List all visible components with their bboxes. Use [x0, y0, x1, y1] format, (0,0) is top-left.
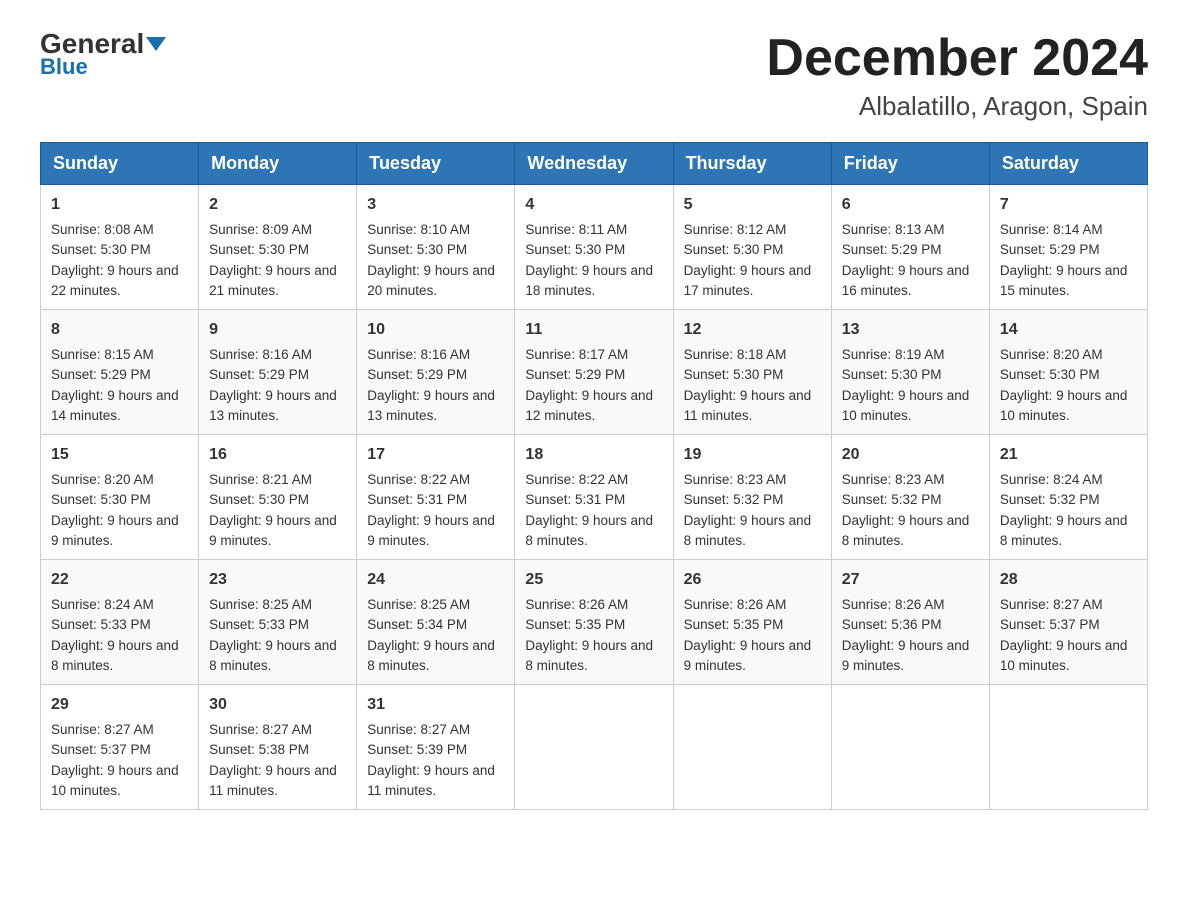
day-number: 19 [684, 443, 821, 467]
day-number: 13 [842, 318, 979, 342]
calendar-cell: 7Sunrise: 8:14 AMSunset: 5:29 PMDaylight… [989, 185, 1147, 310]
calendar-cell: 27Sunrise: 8:26 AMSunset: 5:36 PMDayligh… [831, 560, 989, 685]
calendar-week-row: 8Sunrise: 8:15 AMSunset: 5:29 PMDaylight… [41, 310, 1148, 435]
day-number: 8 [51, 318, 188, 342]
calendar-cell [673, 685, 831, 810]
day-number: 24 [367, 568, 504, 592]
day-number: 5 [684, 193, 821, 217]
calendar-cell: 23Sunrise: 8:25 AMSunset: 5:33 PMDayligh… [199, 560, 357, 685]
page-header: General Blue December 2024 Albalatillo, … [40, 30, 1148, 122]
calendar-cell: 24Sunrise: 8:25 AMSunset: 5:34 PMDayligh… [357, 560, 515, 685]
day-number: 12 [684, 318, 821, 342]
day-number: 17 [367, 443, 504, 467]
logo-triangle-icon [146, 37, 166, 51]
title-block: December 2024 Albalatillo, Aragon, Spain [766, 30, 1148, 122]
calendar-week-row: 29Sunrise: 8:27 AMSunset: 5:37 PMDayligh… [41, 685, 1148, 810]
calendar-cell: 12Sunrise: 8:18 AMSunset: 5:30 PMDayligh… [673, 310, 831, 435]
calendar-week-row: 15Sunrise: 8:20 AMSunset: 5:30 PMDayligh… [41, 435, 1148, 560]
day-number: 2 [209, 193, 346, 217]
calendar-cell: 22Sunrise: 8:24 AMSunset: 5:33 PMDayligh… [41, 560, 199, 685]
calendar-table: SundayMondayTuesdayWednesdayThursdayFrid… [40, 142, 1148, 810]
calendar-cell [989, 685, 1147, 810]
day-number: 10 [367, 318, 504, 342]
calendar-header-row: SundayMondayTuesdayWednesdayThursdayFrid… [41, 143, 1148, 185]
day-number: 16 [209, 443, 346, 467]
calendar-cell: 18Sunrise: 8:22 AMSunset: 5:31 PMDayligh… [515, 435, 673, 560]
day-number: 11 [525, 318, 662, 342]
logo: General Blue [40, 30, 166, 80]
calendar-cell: 5Sunrise: 8:12 AMSunset: 5:30 PMDaylight… [673, 185, 831, 310]
day-number: 18 [525, 443, 662, 467]
day-number: 6 [842, 193, 979, 217]
calendar-cell: 25Sunrise: 8:26 AMSunset: 5:35 PMDayligh… [515, 560, 673, 685]
day-number: 31 [367, 693, 504, 717]
location-title: Albalatillo, Aragon, Spain [766, 91, 1148, 122]
calendar-cell: 28Sunrise: 8:27 AMSunset: 5:37 PMDayligh… [989, 560, 1147, 685]
calendar-cell [515, 685, 673, 810]
calendar-cell: 26Sunrise: 8:26 AMSunset: 5:35 PMDayligh… [673, 560, 831, 685]
day-number: 30 [209, 693, 346, 717]
day-number: 23 [209, 568, 346, 592]
day-number: 20 [842, 443, 979, 467]
header-sunday: Sunday [41, 143, 199, 185]
calendar-cell: 11Sunrise: 8:17 AMSunset: 5:29 PMDayligh… [515, 310, 673, 435]
calendar-cell: 30Sunrise: 8:27 AMSunset: 5:38 PMDayligh… [199, 685, 357, 810]
header-monday: Monday [199, 143, 357, 185]
header-tuesday: Tuesday [357, 143, 515, 185]
header-wednesday: Wednesday [515, 143, 673, 185]
day-number: 1 [51, 193, 188, 217]
calendar-cell: 21Sunrise: 8:24 AMSunset: 5:32 PMDayligh… [989, 435, 1147, 560]
day-number: 28 [1000, 568, 1137, 592]
day-number: 22 [51, 568, 188, 592]
calendar-cell: 3Sunrise: 8:10 AMSunset: 5:30 PMDaylight… [357, 185, 515, 310]
calendar-cell: 10Sunrise: 8:16 AMSunset: 5:29 PMDayligh… [357, 310, 515, 435]
calendar-week-row: 1Sunrise: 8:08 AMSunset: 5:30 PMDaylight… [41, 185, 1148, 310]
calendar-cell: 4Sunrise: 8:11 AMSunset: 5:30 PMDaylight… [515, 185, 673, 310]
calendar-cell [831, 685, 989, 810]
calendar-cell: 15Sunrise: 8:20 AMSunset: 5:30 PMDayligh… [41, 435, 199, 560]
calendar-cell: 6Sunrise: 8:13 AMSunset: 5:29 PMDaylight… [831, 185, 989, 310]
calendar-cell: 14Sunrise: 8:20 AMSunset: 5:30 PMDayligh… [989, 310, 1147, 435]
day-number: 21 [1000, 443, 1137, 467]
calendar-cell: 2Sunrise: 8:09 AMSunset: 5:30 PMDaylight… [199, 185, 357, 310]
day-number: 15 [51, 443, 188, 467]
calendar-cell: 13Sunrise: 8:19 AMSunset: 5:30 PMDayligh… [831, 310, 989, 435]
day-number: 3 [367, 193, 504, 217]
calendar-cell: 20Sunrise: 8:23 AMSunset: 5:32 PMDayligh… [831, 435, 989, 560]
day-number: 26 [684, 568, 821, 592]
day-number: 7 [1000, 193, 1137, 217]
calendar-cell: 17Sunrise: 8:22 AMSunset: 5:31 PMDayligh… [357, 435, 515, 560]
calendar-cell: 8Sunrise: 8:15 AMSunset: 5:29 PMDaylight… [41, 310, 199, 435]
day-number: 14 [1000, 318, 1137, 342]
day-number: 29 [51, 693, 188, 717]
header-friday: Friday [831, 143, 989, 185]
day-number: 4 [525, 193, 662, 217]
calendar-cell: 31Sunrise: 8:27 AMSunset: 5:39 PMDayligh… [357, 685, 515, 810]
calendar-cell: 16Sunrise: 8:21 AMSunset: 5:30 PMDayligh… [199, 435, 357, 560]
header-thursday: Thursday [673, 143, 831, 185]
logo-blue: Blue [40, 54, 88, 80]
header-saturday: Saturday [989, 143, 1147, 185]
day-number: 25 [525, 568, 662, 592]
calendar-cell: 1Sunrise: 8:08 AMSunset: 5:30 PMDaylight… [41, 185, 199, 310]
calendar-cell: 29Sunrise: 8:27 AMSunset: 5:37 PMDayligh… [41, 685, 199, 810]
calendar-cell: 9Sunrise: 8:16 AMSunset: 5:29 PMDaylight… [199, 310, 357, 435]
calendar-cell: 19Sunrise: 8:23 AMSunset: 5:32 PMDayligh… [673, 435, 831, 560]
day-number: 27 [842, 568, 979, 592]
month-title: December 2024 [766, 30, 1148, 87]
day-number: 9 [209, 318, 346, 342]
calendar-week-row: 22Sunrise: 8:24 AMSunset: 5:33 PMDayligh… [41, 560, 1148, 685]
